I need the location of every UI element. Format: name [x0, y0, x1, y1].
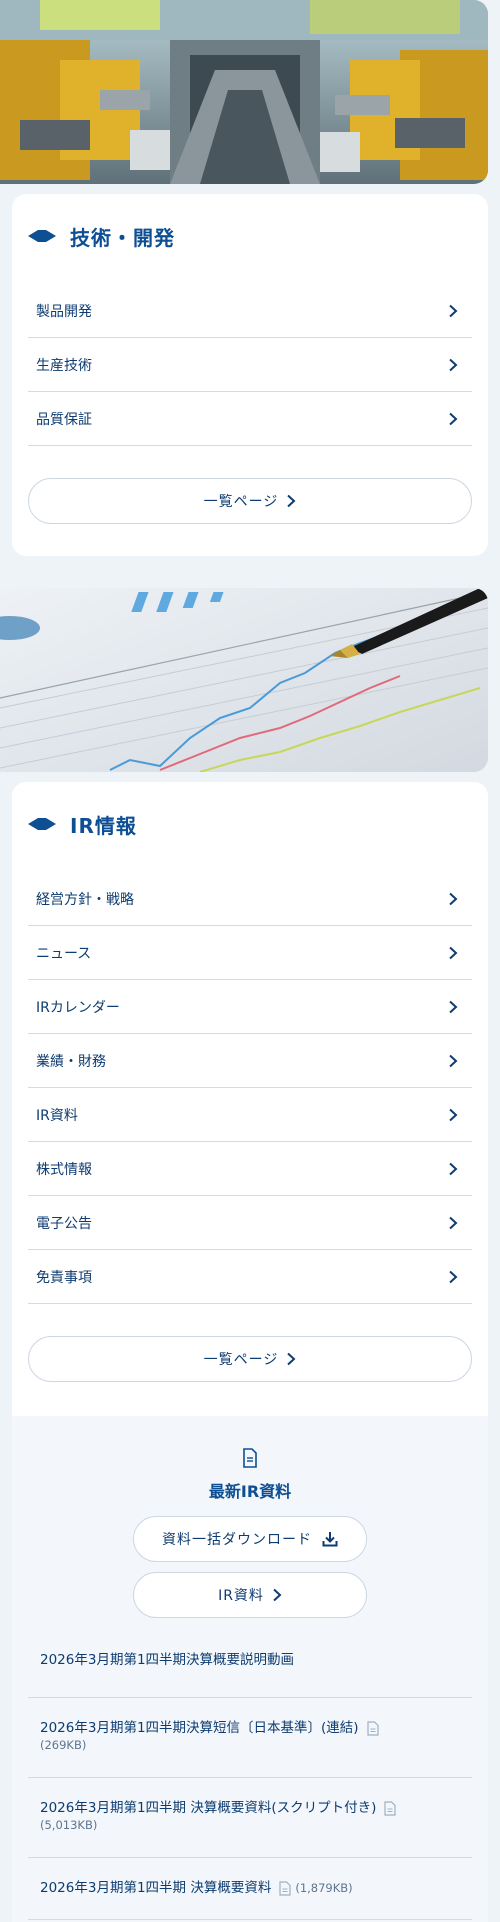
ir-item-label: IRカレンダー — [36, 999, 120, 1016]
ir-document-title: 2026年3月期第1四半期 決算概要資料(スクリプト付き) — [40, 1800, 377, 1816]
latest-ir-panel: 最新IR資料 資料一括ダウンロード IR資料 2026年3月期第1四半期決算概要… — [12, 1416, 488, 1922]
ir-item-management-policy[interactable]: 経営方針・戦略 — [28, 872, 472, 926]
tech-development-card: 技術・開発 製品開発 生産技術 品質保証 一覧ページ — [12, 194, 488, 556]
ir-link-list: 経営方針・戦略 ニュース IRカレンダー 業績・財務 IR資料 株式情報 電子公… — [28, 872, 472, 1304]
ir-section-title: IR情報 — [70, 813, 137, 838]
latest-ir-title: 最新IR資料 — [208, 1482, 292, 1501]
ir-info-card: IR情報 経営方針・戦略 ニュース IRカレンダー 業績・財務 IR資料 株式情… — [12, 782, 488, 1416]
bulk-download-label: 資料一括ダウンロード — [162, 1532, 312, 1548]
tech-item-label: 製品開発 — [36, 303, 92, 320]
tech-item-product-development[interactable]: 製品開発 — [28, 284, 472, 338]
ir-document-title: 2026年3月期第1四半期決算短信〔日本基準〕(連結) — [40, 1720, 359, 1736]
chevron-right-icon — [449, 1054, 458, 1067]
ir-document-item[interactable]: 2026年3月期第1四半期 決算概要資料 (1,879KB) — [28, 1858, 472, 1920]
ir-item-financials[interactable]: 業績・財務 — [28, 1034, 472, 1088]
ir-item-stock-info[interactable]: 株式情報 — [28, 1142, 472, 1196]
ir-item-label: 業績・財務 — [36, 1053, 106, 1070]
tech-section-title: 技術・開発 — [70, 225, 175, 250]
chevron-right-icon — [449, 1108, 458, 1121]
ir-document-item[interactable]: 2026年3月期第1四半期決算概要説明動画 — [28, 1632, 472, 1698]
ir-list-page-label: 一覧ページ — [203, 1352, 279, 1368]
chevron-right-icon — [449, 1270, 458, 1283]
ir-document-size: (1,879KB) — [295, 1881, 353, 1895]
ir-hero-image — [0, 588, 488, 772]
ir-documents-button[interactable]: IR資料 — [133, 1572, 367, 1618]
tech-item-label: 品質保証 — [36, 411, 92, 428]
tech-item-quality-assurance[interactable]: 品質保証 — [28, 392, 472, 446]
chevron-right-icon — [287, 494, 296, 508]
ir-item-label: IR資料 — [36, 1107, 78, 1124]
diamond-chevron-icon — [28, 818, 56, 830]
ir-documents-label: IR資料 — [218, 1588, 264, 1604]
ir-item-calendar[interactable]: IRカレンダー — [28, 980, 472, 1034]
chevron-right-icon — [449, 358, 458, 371]
download-icon — [322, 1532, 338, 1547]
ir-item-label: ニュース — [36, 945, 92, 962]
ir-document-size: (5,013KB) — [40, 1818, 98, 1832]
tech-list-page-button[interactable]: 一覧ページ — [28, 478, 472, 524]
ir-item-label: 株式情報 — [36, 1161, 92, 1178]
factory-hero-image — [0, 0, 488, 184]
diamond-chevron-icon — [28, 230, 56, 242]
ir-item-label: 経営方針・戦略 — [36, 891, 134, 908]
file-icon — [384, 1800, 396, 1816]
ir-document-item[interactable]: 2026年3月期第1四半期 決算概要資料(スクリプト付き) (5,013KB) — [28, 1778, 472, 1858]
ir-document-title: 2026年3月期第1四半期決算概要説明動画 — [40, 1652, 295, 1668]
chevron-right-icon — [449, 1162, 458, 1175]
ir-document-size: (269KB) — [40, 1738, 87, 1752]
tech-list-page-label: 一覧ページ — [203, 494, 279, 510]
tech-item-label: 生産技術 — [36, 357, 92, 374]
file-icon — [279, 1880, 291, 1896]
chevron-right-icon — [449, 946, 458, 959]
ir-list-page-button[interactable]: 一覧ページ — [28, 1336, 472, 1382]
chevron-right-icon — [449, 412, 458, 425]
chevron-right-icon — [449, 304, 458, 317]
tech-link-list: 製品開発 生産技術 品質保証 — [28, 284, 472, 446]
bulk-download-button[interactable]: 資料一括ダウンロード — [133, 1516, 367, 1562]
ir-document-item[interactable]: 2026年3月期第1四半期決算短信〔日本基準〕(連結) (269KB) — [28, 1698, 472, 1778]
ir-item-ir-materials[interactable]: IR資料 — [28, 1088, 472, 1142]
ir-item-public-notices[interactable]: 電子公告 — [28, 1196, 472, 1250]
tech-section-header: 技術・開発 — [12, 222, 175, 250]
file-icon — [366, 1720, 379, 1736]
chevron-right-icon — [449, 1216, 458, 1229]
ir-item-news[interactable]: ニュース — [28, 926, 472, 980]
ir-document-title: 2026年3月期第1四半期 決算概要資料 — [40, 1880, 272, 1896]
ir-item-label: 電子公告 — [36, 1215, 92, 1232]
ir-item-label: 免責事項 — [36, 1269, 92, 1286]
ir-section-header: IR情報 — [12, 810, 137, 838]
tech-item-production-engineering[interactable]: 生産技術 — [28, 338, 472, 392]
chevron-right-icon — [449, 1000, 458, 1013]
chevron-right-icon — [287, 1352, 296, 1366]
ir-item-disclaimer[interactable]: 免責事項 — [28, 1250, 472, 1304]
chevron-right-icon — [273, 1588, 282, 1602]
chevron-right-icon — [449, 892, 458, 905]
document-icon — [243, 1448, 257, 1468]
